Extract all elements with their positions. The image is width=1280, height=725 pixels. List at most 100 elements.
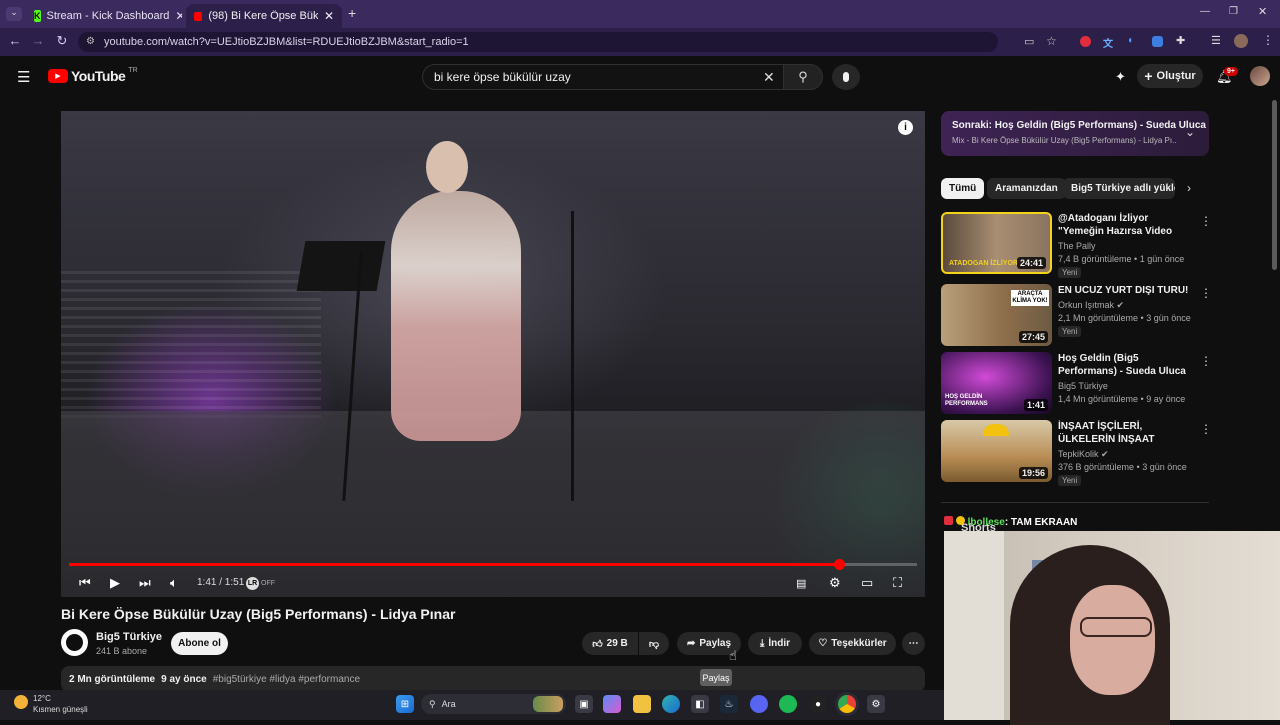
edge-icon[interactable] xyxy=(662,695,680,713)
back-icon[interactable]: ← xyxy=(6,33,24,48)
list-item[interactable]: ATADOGAN İZLİYOR 24:41 @Atadoganı İzliyo… xyxy=(941,212,1212,278)
browser-menu-icon[interactable]: ⋮ xyxy=(1262,33,1274,47)
hashtags[interactable]: #big5türkiye #lidya #performance xyxy=(213,674,360,685)
tab-kick-dashboard[interactable]: K Stream - Kick Dashboard ✕ xyxy=(26,4,182,28)
channel-name[interactable]: The Pally xyxy=(1058,241,1096,251)
new-badge: Yeni xyxy=(1058,475,1082,486)
video-thumbnail[interactable]: ATADOGAN İZLİYOR 24:41 xyxy=(941,212,1052,274)
more-vertical-icon[interactable]: ⋮ xyxy=(1200,286,1212,300)
hardhat-icon xyxy=(983,424,1009,436)
playlist-panel[interactable]: Sonraki: Hoş Geldin (Big5 Performans) - … xyxy=(941,111,1209,156)
minimize-icon[interactable]: — xyxy=(1200,6,1210,17)
volume-icon[interactable]: 🔈︎ xyxy=(170,573,178,593)
channel-name-text: Orkun Işıtmak xyxy=(1058,300,1115,310)
channel-name[interactable]: Big5 Türkiye xyxy=(1058,381,1108,391)
ai-chat-icon[interactable]: ✦ xyxy=(1115,69,1126,85)
list-item[interactable]: 19:56 İNŞAAT İŞÇİLERİ, ÜLKELERİN İNŞAAT … xyxy=(941,420,1212,486)
subscribe-button[interactable]: Abone ol xyxy=(171,632,228,655)
search-input[interactable]: bi kere öpse bükülür uzay ✕ xyxy=(422,64,784,90)
tab-search-icon[interactable]: ⌄ xyxy=(6,7,22,21)
page-scrollbar[interactable] xyxy=(1272,100,1277,270)
like-button[interactable]: 👍︎ 29 B xyxy=(582,632,638,655)
close-tab-icon[interactable]: ✕ xyxy=(324,9,334,23)
account-avatar[interactable] xyxy=(1250,66,1270,86)
close-window-icon[interactable]: ✕ xyxy=(1258,5,1267,18)
spotify-icon[interactable] xyxy=(779,695,797,713)
chip-uploader[interactable]: Big5 Türkiye adlı yükleyici xyxy=(1063,178,1175,199)
more-vertical-icon[interactable]: ⋮ xyxy=(1200,354,1212,368)
steam-icon[interactable]: ♨ xyxy=(720,695,738,713)
reading-list-icon[interactable]: ☰ xyxy=(1211,34,1221,47)
profile-avatar[interactable] xyxy=(1234,34,1248,48)
video-player[interactable]: i ⏮ ▶ ⏭ 🔈︎ 1:41 / 1:51 LR OFF ▤ ⚙ ▭ ⛶ xyxy=(61,111,925,597)
more-vertical-icon[interactable]: ⋮ xyxy=(1200,422,1212,436)
youtube-logo[interactable]: ▶ YouTube TR xyxy=(48,67,138,84)
task-view-icon[interactable]: ▣ xyxy=(575,695,593,713)
voice-search-button[interactable] xyxy=(832,64,860,90)
more-actions-button[interactable]: ⋯ xyxy=(902,632,925,655)
chip-from-search[interactable]: Aramanızdan xyxy=(987,178,1066,199)
chrome-icon[interactable] xyxy=(838,695,856,713)
file-explorer-icon[interactable] xyxy=(633,695,651,713)
progress-bar[interactable] xyxy=(69,559,917,570)
restore-icon[interactable]: ❐ xyxy=(1229,6,1238,17)
duration-badge: 19:56 xyxy=(1018,467,1048,479)
chips-next-chevron-icon[interactable]: › xyxy=(1187,181,1191,195)
clear-search-icon[interactable]: ✕ xyxy=(763,69,775,86)
expand-chevron-icon[interactable]: ⌄ xyxy=(1185,125,1195,139)
extension-translate-icon[interactable]: 文 xyxy=(1103,35,1113,50)
extension-blue-icon[interactable] xyxy=(1152,36,1163,47)
copilot-icon[interactable] xyxy=(603,695,621,713)
discord-icon[interactable] xyxy=(750,695,768,713)
fullscreen-icon[interactable]: ⛶ xyxy=(893,573,902,593)
subtitles-icon[interactable]: ▤ xyxy=(796,573,806,593)
cast-icon[interactable]: ▭ xyxy=(1024,35,1034,48)
obs-icon[interactable]: ● xyxy=(809,695,827,713)
tab-youtube[interactable]: (98) Bi Kere Öpse Bükülür Uzay ✕ xyxy=(186,4,342,28)
chip-all[interactable]: Tümü xyxy=(941,178,985,199)
extension-red-icon[interactable] xyxy=(1080,36,1091,47)
list-item[interactable]: HOŞ GELDİN PERFORMANS 1:41 Hoş Geldin (B… xyxy=(941,352,1212,415)
channel-name[interactable]: TepkiKolik ✔ xyxy=(1058,449,1109,460)
autoplay-toggle[interactable]: LR OFF xyxy=(246,573,275,593)
video-thumbnail[interactable]: 19:56 xyxy=(941,420,1052,482)
hamburger-menu-icon[interactable]: ☰ xyxy=(17,68,30,86)
channel-avatar[interactable] xyxy=(61,629,88,656)
play-icon[interactable]: ▶ xyxy=(110,573,120,593)
store-icon[interactable]: ◧ xyxy=(691,695,709,713)
bookmark-star-icon[interactable]: ☆ xyxy=(1046,34,1057,48)
list-item[interactable]: ARAÇTA KLİMA YOK! 27:45 EN UCUZ YURT DIŞ… xyxy=(941,284,1212,347)
url-field[interactable]: ⚙ youtube.com/watch?v=UEJtioBZJBM&list=R… xyxy=(78,32,998,52)
site-info-icon[interactable]: ⚙ xyxy=(86,36,95,47)
wardrobe xyxy=(944,531,1004,720)
settings-icon[interactable]: ⚙ xyxy=(867,695,885,713)
settings-gear-icon[interactable]: ⚙ xyxy=(829,573,841,593)
create-button[interactable]: + Oluştur xyxy=(1137,64,1203,88)
channel-name[interactable]: Orkun Işıtmak ✔ xyxy=(1058,300,1124,311)
previous-icon[interactable]: ⏮ xyxy=(79,573,91,593)
forward-icon[interactable]: → xyxy=(29,33,47,48)
search-button[interactable]: ⚲ xyxy=(783,64,823,90)
info-icon[interactable]: i xyxy=(898,120,913,135)
thanks-button[interactable]: ♡ Teşekkürler xyxy=(809,632,896,655)
video-thumbnail[interactable]: ARAÇTA KLİMA YOK! 27:45 xyxy=(941,284,1052,346)
weather-widget[interactable]: 12°C Kısmen güneşli xyxy=(33,693,88,715)
search-value: bi kere öpse bükülür uzay xyxy=(434,70,571,84)
description-box[interactable]: 2 Mn görüntüleme 9 ay önce #big5türkiye … xyxy=(61,666,925,692)
theater-mode-icon[interactable]: ▭ xyxy=(861,573,873,593)
close-tab-icon[interactable]: ✕ xyxy=(175,9,182,23)
more-vertical-icon[interactable]: ⋮ xyxy=(1200,214,1212,228)
channel-name[interactable]: Big5 Türkiye xyxy=(96,631,162,643)
dislike-button[interactable]: 👎︎ xyxy=(639,632,669,655)
next-icon[interactable]: ⏭ xyxy=(139,573,151,593)
extension-audio-icon[interactable]: ◖ xyxy=(1127,35,1133,46)
autoplay-label: OFF xyxy=(261,579,275,587)
taskbar-search[interactable]: ⚲ Ara xyxy=(421,694,566,714)
reload-icon[interactable]: ↻ xyxy=(53,33,71,49)
video-thumbnail[interactable]: HOŞ GELDİN PERFORMANS 1:41 xyxy=(941,352,1052,414)
extensions-puzzle-icon[interactable]: ✚ xyxy=(1176,34,1185,47)
wall-shutter xyxy=(61,271,321,421)
windows-start-icon[interactable]: ⊞ xyxy=(396,695,414,713)
download-button[interactable]: ⤓ İndir xyxy=(748,632,802,655)
new-tab-button[interactable]: + xyxy=(348,5,356,21)
